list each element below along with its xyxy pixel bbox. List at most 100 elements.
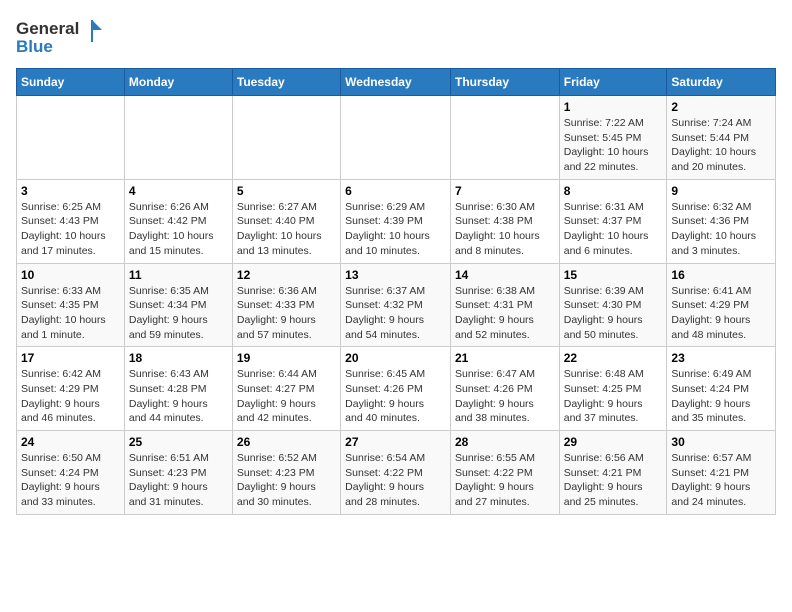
day-info: Sunrise: 6:41 AM Sunset: 4:29 PM Dayligh… [671,284,771,343]
day-info: Sunrise: 6:51 AM Sunset: 4:23 PM Dayligh… [129,451,228,510]
day-number: 19 [237,351,336,365]
day-number: 26 [237,435,336,449]
day-info: Sunrise: 6:44 AM Sunset: 4:27 PM Dayligh… [237,367,336,426]
day-info: Sunrise: 6:45 AM Sunset: 4:26 PM Dayligh… [345,367,446,426]
day-info: Sunrise: 6:42 AM Sunset: 4:29 PM Dayligh… [21,367,120,426]
calendar-cell: 18 Sunrise: 6:43 AM Sunset: 4:28 PM Dayli… [124,347,232,431]
calendar-cell: 28 Sunrise: 6:55 AM Sunset: 4:22 PM Dayli… [450,431,559,515]
calendar-cell: 30 Sunrise: 6:57 AM Sunset: 4:21 PM Dayli… [667,431,776,515]
calendar-cell: 1 Sunrise: 7:22 AM Sunset: 5:45 PM Daylig… [559,96,667,180]
calendar-cell: 5 Sunrise: 6:27 AM Sunset: 4:40 PM Daylig… [232,179,340,263]
day-number: 27 [345,435,446,449]
calendar-cell: 24Sunrise: 6:50 AM Sunset: 4:24 PM Dayli… [17,431,125,515]
day-info: Sunrise: 6:56 AM Sunset: 4:21 PM Dayligh… [564,451,663,510]
calendar-cell: 14 Sunrise: 6:38 AM Sunset: 4:31 PM Dayli… [450,263,559,347]
day-number: 5 [237,184,336,198]
day-number: 21 [455,351,555,365]
day-info: Sunrise: 6:47 AM Sunset: 4:26 PM Dayligh… [455,367,555,426]
day-number: 4 [129,184,228,198]
day-info: Sunrise: 6:29 AM Sunset: 4:39 PM Dayligh… [345,200,446,259]
calendar-cell: 19 Sunrise: 6:44 AM Sunset: 4:27 PM Dayli… [232,347,340,431]
calendar-cell [341,96,451,180]
calendar-cell: 7 Sunrise: 6:30 AM Sunset: 4:38 PM Daylig… [450,179,559,263]
calendar-cell [450,96,559,180]
calendar-cell: 11 Sunrise: 6:35 AM Sunset: 4:34 PM Dayli… [124,263,232,347]
calendar-cell: 10Sunrise: 6:33 AM Sunset: 4:35 PM Dayli… [17,263,125,347]
day-info: Sunrise: 6:38 AM Sunset: 4:31 PM Dayligh… [455,284,555,343]
calendar-header: SundayMondayTuesdayWednesdayThursdayFrid… [17,69,776,96]
day-number: 15 [564,268,663,282]
calendar-cell: 21 Sunrise: 6:47 AM Sunset: 4:26 PM Dayli… [450,347,559,431]
day-info: Sunrise: 6:31 AM Sunset: 4:37 PM Dayligh… [564,200,663,259]
calendar-table: SundayMondayTuesdayWednesdayThursdayFrid… [16,68,776,515]
calendar-cell: 29 Sunrise: 6:56 AM Sunset: 4:21 PM Dayli… [559,431,667,515]
calendar-cell: 13 Sunrise: 6:37 AM Sunset: 4:32 PM Dayli… [341,263,451,347]
calendar-cell [124,96,232,180]
calendar-cell: 2 Sunrise: 7:24 AM Sunset: 5:44 PM Daylig… [667,96,776,180]
calendar-cell: 3Sunrise: 6:25 AM Sunset: 4:43 PM Daylig… [17,179,125,263]
calendar-week-row: 24Sunrise: 6:50 AM Sunset: 4:24 PM Dayli… [17,431,776,515]
calendar-cell: 9 Sunrise: 6:32 AM Sunset: 4:36 PM Daylig… [667,179,776,263]
calendar-cell: 4Sunrise: 6:26 AM Sunset: 4:42 PM Daylig… [124,179,232,263]
day-number: 12 [237,268,336,282]
day-number: 18 [129,351,228,365]
day-info: Sunrise: 6:30 AM Sunset: 4:38 PM Dayligh… [455,200,555,259]
day-info: Sunrise: 6:55 AM Sunset: 4:22 PM Dayligh… [455,451,555,510]
day-number: 29 [564,435,663,449]
calendar-body: 1 Sunrise: 7:22 AM Sunset: 5:45 PM Daylig… [17,96,776,515]
calendar-cell: 27 Sunrise: 6:54 AM Sunset: 4:22 PM Dayli… [341,431,451,515]
calendar-day-header: Tuesday [232,69,340,96]
day-number: 9 [671,184,771,198]
day-info: Sunrise: 6:27 AM Sunset: 4:40 PM Dayligh… [237,200,336,259]
calendar-cell: 22 Sunrise: 6:48 AM Sunset: 4:25 PM Dayli… [559,347,667,431]
day-number: 2 [671,100,771,114]
calendar-cell [232,96,340,180]
day-info: Sunrise: 7:22 AM Sunset: 5:45 PM Dayligh… [564,116,663,175]
calendar-week-row: 17Sunrise: 6:42 AM Sunset: 4:29 PM Dayli… [17,347,776,431]
calendar-day-header: Wednesday [341,69,451,96]
day-info: Sunrise: 7:24 AM Sunset: 5:44 PM Dayligh… [671,116,771,175]
calendar-day-header: Saturday [667,69,776,96]
day-info: Sunrise: 6:49 AM Sunset: 4:24 PM Dayligh… [671,367,771,426]
day-number: 23 [671,351,771,365]
day-info: Sunrise: 6:35 AM Sunset: 4:34 PM Dayligh… [129,284,228,343]
calendar-cell: 16 Sunrise: 6:41 AM Sunset: 4:29 PM Dayli… [667,263,776,347]
day-number: 10 [21,268,120,282]
day-info: Sunrise: 6:43 AM Sunset: 4:28 PM Dayligh… [129,367,228,426]
calendar-cell [17,96,125,180]
day-number: 30 [671,435,771,449]
day-number: 6 [345,184,446,198]
page-header: GeneralBlue [16,16,776,58]
day-info: Sunrise: 6:39 AM Sunset: 4:30 PM Dayligh… [564,284,663,343]
day-number: 24 [21,435,120,449]
day-info: Sunrise: 6:36 AM Sunset: 4:33 PM Dayligh… [237,284,336,343]
calendar-cell: 8Sunrise: 6:31 AM Sunset: 4:37 PM Daylig… [559,179,667,263]
calendar-day-header: Thursday [450,69,559,96]
day-info: Sunrise: 6:32 AM Sunset: 4:36 PM Dayligh… [671,200,771,259]
calendar-week-row: 3Sunrise: 6:25 AM Sunset: 4:43 PM Daylig… [17,179,776,263]
day-number: 13 [345,268,446,282]
calendar-cell: 25 Sunrise: 6:51 AM Sunset: 4:23 PM Dayli… [124,431,232,515]
day-info: Sunrise: 6:48 AM Sunset: 4:25 PM Dayligh… [564,367,663,426]
day-number: 1 [564,100,663,114]
calendar-day-header: Sunday [17,69,125,96]
day-number: 28 [455,435,555,449]
day-number: 14 [455,268,555,282]
day-number: 20 [345,351,446,365]
day-number: 22 [564,351,663,365]
calendar-day-header: Monday [124,69,232,96]
logo: GeneralBlue [16,16,106,58]
calendar-cell: 20 Sunrise: 6:45 AM Sunset: 4:26 PM Dayli… [341,347,451,431]
calendar-cell: 23 Sunrise: 6:49 AM Sunset: 4:24 PM Dayli… [667,347,776,431]
day-info: Sunrise: 6:37 AM Sunset: 4:32 PM Dayligh… [345,284,446,343]
day-number: 25 [129,435,228,449]
day-info: Sunrise: 6:57 AM Sunset: 4:21 PM Dayligh… [671,451,771,510]
svg-text:Blue: Blue [16,37,53,56]
day-number: 16 [671,268,771,282]
day-info: Sunrise: 6:52 AM Sunset: 4:23 PM Dayligh… [237,451,336,510]
calendar-cell: 15 Sunrise: 6:39 AM Sunset: 4:30 PM Dayli… [559,263,667,347]
day-number: 7 [455,184,555,198]
day-number: 11 [129,268,228,282]
calendar-day-header: Friday [559,69,667,96]
day-info: Sunrise: 6:54 AM Sunset: 4:22 PM Dayligh… [345,451,446,510]
